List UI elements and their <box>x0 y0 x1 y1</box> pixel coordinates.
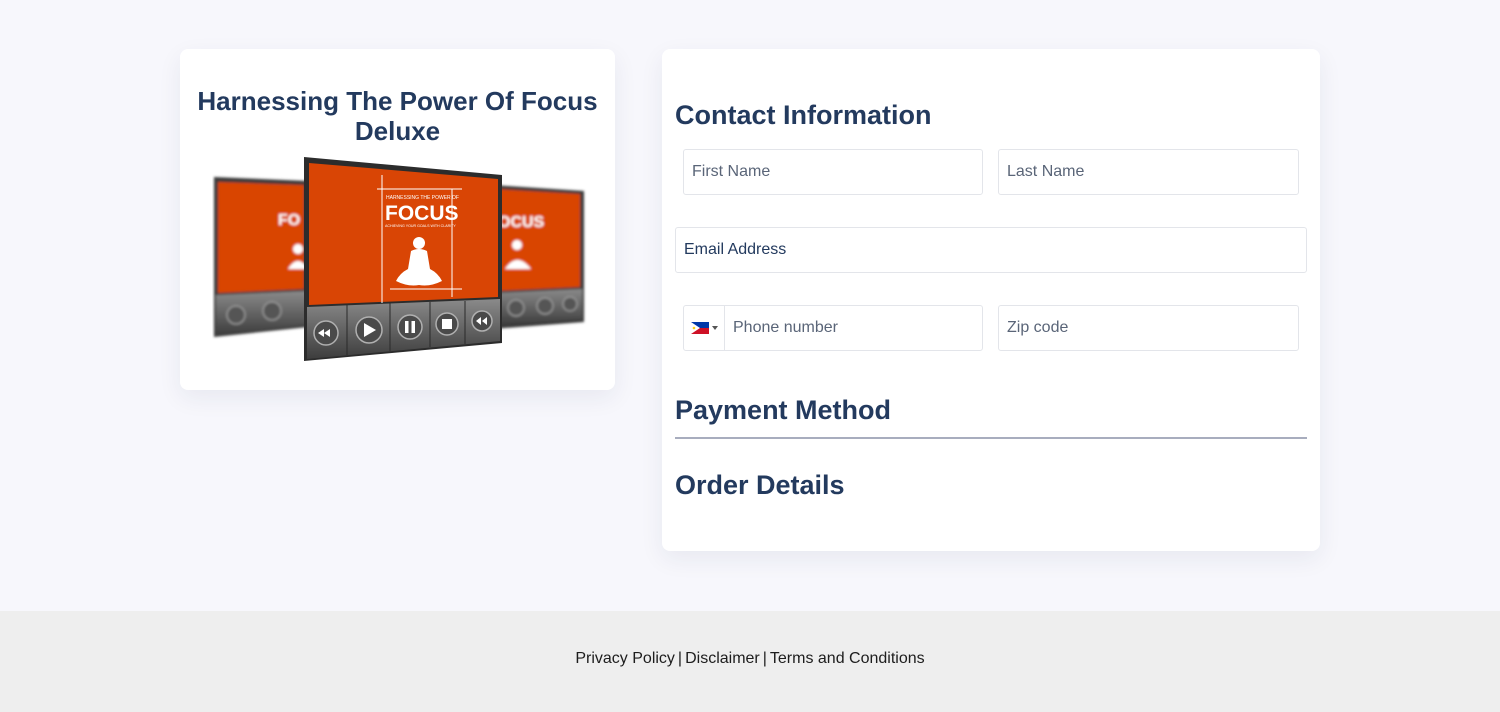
footer-separator: | <box>677 650 683 667</box>
fast-forward-icon <box>471 310 493 332</box>
play-icon <box>355 316 383 344</box>
phone-number-input[interactable] <box>725 306 982 350</box>
svg-text:FO: FO <box>278 212 300 229</box>
product-image-top-line: HARNESSING THE POWER OF <box>386 195 459 201</box>
pause-icon <box>397 314 423 340</box>
privacy-policy-link[interactable]: Privacy Policy <box>575 650 675 667</box>
zip-code-input[interactable] <box>998 305 1299 351</box>
chevron-down-icon <box>711 326 718 330</box>
footer-separator: | <box>762 650 767 667</box>
product-image-main-text: FOCUS <box>385 202 459 225</box>
footer-links: Privacy Policy | Disclaimer | Terms and Cond… <box>0 649 1500 669</box>
disclaimer-link[interactable]: Disclaimer <box>685 650 760 667</box>
checkout-form: Contact Information Payment Method Order… <box>662 49 1320 551</box>
country-code-select[interactable] <box>684 306 725 350</box>
product-image: FO OCUS HARNESSING THE POWER OF FOCUS AC… <box>214 157 584 361</box>
phone-field <box>683 305 983 351</box>
first-name-input[interactable] <box>683 149 983 195</box>
svg-text:OCUS: OCUS <box>498 214 545 231</box>
contact-information-heading: Contact Information <box>675 100 932 130</box>
stop-icon <box>435 312 459 336</box>
rewind-icon <box>313 320 339 346</box>
product-title: Harnessing The Power Of Focus Deluxe <box>197 86 598 146</box>
footer: Privacy Policy | Disclaimer | Terms and Cond… <box>0 611 1500 712</box>
product-card: Harnessing The Power Of Focus Deluxe FO <box>180 49 615 390</box>
terms-and-conditions-link[interactable]: Terms and Conditions <box>770 650 925 667</box>
order-details-heading: Order Details <box>675 470 845 500</box>
product-image-sub-line: ACHIEVING YOUR GOALS WITH CLARITY <box>385 224 456 228</box>
philippines-flag-icon <box>690 322 709 334</box>
payment-divider <box>675 437 1307 439</box>
last-name-input[interactable] <box>998 149 1299 195</box>
email-input[interactable] <box>675 227 1307 273</box>
payment-method-heading: Payment Method <box>675 395 892 425</box>
